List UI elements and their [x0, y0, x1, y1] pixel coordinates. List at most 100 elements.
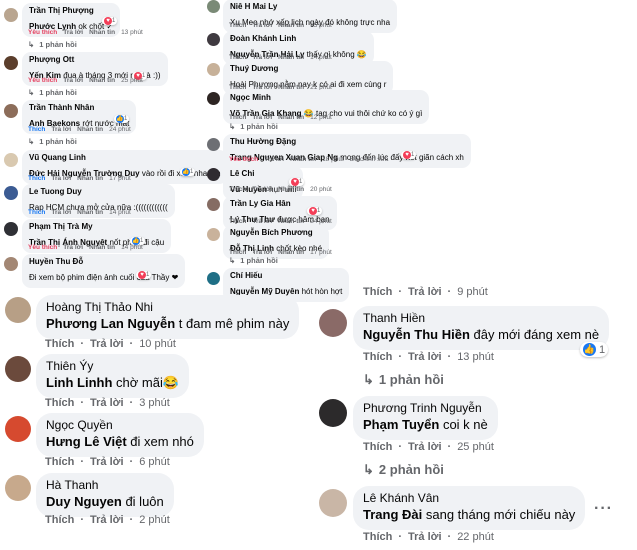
commenter-name[interactable]: Phượng Ott [29, 55, 161, 65]
avatar[interactable] [4, 222, 18, 236]
avatar[interactable] [5, 297, 31, 323]
reaction-count[interactable]: ♥ 1 [102, 17, 118, 25]
view-replies[interactable]: ↳ 2 phản hồi [363, 462, 444, 478]
reply-button[interactable]: Trả lời [408, 351, 442, 363]
like-button[interactable]: Yêu thích [28, 29, 57, 36]
reply-button[interactable]: Trả lời [252, 249, 272, 256]
avatar[interactable] [319, 309, 347, 337]
more-options-icon[interactable]: ··· [594, 500, 613, 518]
like-button[interactable]: Thích [229, 114, 246, 121]
reply-button[interactable]: Trả lời [63, 29, 83, 36]
mention[interactable]: Trang Đài [363, 507, 422, 522]
commenter-name[interactable]: Trần Thành Nhân [29, 103, 129, 113]
view-replies[interactable]: ↳ 1 phản hồi [28, 88, 77, 97]
avatar[interactable] [5, 416, 31, 442]
commenter-name[interactable]: Thuý Dương [230, 64, 386, 74]
commenter-name[interactable]: Thanh Hiền [363, 311, 599, 326]
avatar[interactable] [207, 272, 220, 285]
like-button[interactable]: Thích [45, 397, 74, 409]
message-button[interactable]: Nhắn tin [278, 114, 304, 121]
commenter-name[interactable]: Huyền Thu Đỗ [29, 257, 178, 267]
message-button[interactable]: Nhắn tin [77, 126, 103, 133]
reply-button[interactable]: Trả lời [252, 186, 272, 193]
message-button[interactable]: Nhắn tin [278, 218, 304, 225]
commenter-name[interactable]: Vũ Quang Linh [29, 153, 221, 163]
avatar[interactable] [5, 475, 31, 501]
reaction-count[interactable]: ♥ 1 [401, 151, 417, 159]
avatar[interactable] [207, 138, 220, 151]
avatar[interactable] [319, 399, 347, 427]
like-button[interactable]: Thích [363, 351, 392, 363]
commenter-name[interactable]: Nguyễn Bích Phương [230, 228, 322, 238]
avatar[interactable] [4, 153, 18, 167]
avatar[interactable] [207, 228, 220, 241]
like-button[interactable]: Thích [28, 126, 45, 133]
reply-button[interactable]: Trả lời [63, 244, 83, 251]
message-button[interactable]: Nhắn tin [77, 175, 103, 182]
reply-button[interactable]: Trả lời [90, 514, 124, 526]
like-button[interactable]: Thích [229, 249, 246, 256]
reaction-count[interactable]: ♥ 1 [307, 207, 323, 215]
reaction-count[interactable]: ♥ 1 [289, 178, 305, 186]
reply-button[interactable]: Trả lời [63, 77, 83, 84]
commenter-name[interactable]: Đoàn Khánh Linh [230, 34, 367, 44]
commenter-name[interactable]: Chí Hiếu [230, 271, 342, 281]
view-replies[interactable]: ↳ 1 phản hồi [28, 40, 77, 49]
commenter-name[interactable]: Thiên Ýy [46, 359, 179, 374]
mention[interactable]: Duy Nguyen [46, 494, 122, 509]
like-button[interactable]: Thích [229, 54, 246, 61]
reply-button[interactable]: Trả lời [252, 54, 272, 61]
reply-button[interactable]: Trả lời [252, 218, 272, 225]
commenter-name[interactable]: Trần Thị Phượng [29, 6, 113, 16]
avatar[interactable] [4, 186, 18, 200]
like-button[interactable]: Thích [363, 286, 392, 298]
like-button[interactable]: Yêu thích [28, 77, 57, 84]
reply-button[interactable]: Trả lời [408, 531, 442, 543]
like-button[interactable]: Thích [229, 218, 246, 225]
reply-button[interactable]: Trả lời [408, 441, 442, 453]
view-replies[interactable]: ↳ 1 phản hồi [229, 256, 278, 265]
avatar[interactable] [319, 489, 347, 517]
view-replies[interactable]: ↳ 1 phản hồi [229, 122, 278, 131]
commenter-name[interactable]: Ngọc Minh [230, 93, 422, 103]
reply-button[interactable]: Trả lời [252, 114, 272, 121]
commenter-name[interactable]: Ngọc Quyền [46, 418, 194, 433]
reaction-count[interactable]: 👍 1 [114, 115, 130, 123]
commenter-name[interactable]: Lê Chi [230, 169, 296, 179]
message-button[interactable]: Nhắn tin [89, 77, 115, 84]
like-button[interactable]: Thích [45, 338, 74, 350]
mention[interactable]: Nguyễn Thu Hiền [363, 327, 470, 342]
commenter-name[interactable]: Niê H Mai Ly [230, 2, 390, 12]
mention[interactable]: Hưng Lê Việt [46, 434, 127, 449]
like-button[interactable]: Yêu thích [28, 244, 57, 251]
message-button[interactable]: Nhắn tin [290, 156, 316, 163]
reply-button[interactable]: Trả lời [51, 175, 71, 182]
reply-button[interactable]: Trả lời [90, 456, 124, 468]
commenter-name[interactable]: Phạm Thị Trà My [29, 222, 164, 232]
mention[interactable]: Phương Lan Nguyễn [46, 316, 175, 331]
reply-button[interactable]: Trả lời [51, 126, 71, 133]
message-button[interactable]: Nhắn tin [278, 54, 304, 61]
avatar[interactable] [207, 33, 220, 46]
avatar[interactable] [207, 168, 220, 181]
mention[interactable]: Phạm Tuyển [363, 417, 439, 432]
view-replies[interactable]: ↳ 1 phản hồi [363, 372, 444, 388]
message-button[interactable]: Nhắn tin [278, 186, 304, 193]
like-button[interactable]: Thích [229, 22, 246, 29]
message-button[interactable]: Nhắn tin [89, 29, 115, 36]
avatar[interactable] [207, 198, 220, 211]
reply-button[interactable]: Trả lời [90, 338, 124, 350]
reply-button[interactable]: Trả lời [252, 22, 272, 29]
view-replies[interactable]: ↳ 1 phản hồi [28, 137, 77, 146]
reaction-count[interactable]: ♥ 1 [136, 271, 152, 279]
like-button[interactable]: Thích [363, 531, 392, 543]
commenter-name[interactable]: Phương Trinh Nguyễn [363, 401, 488, 416]
avatar[interactable] [4, 8, 18, 22]
like-button[interactable]: Thích [45, 514, 74, 526]
reply-button[interactable]: Trả lời [264, 156, 284, 163]
like-button[interactable]: Thích [45, 456, 74, 468]
commenter-name[interactable]: Thu Hường Đặng [230, 137, 464, 147]
like-button[interactable]: Thích [229, 186, 246, 193]
like-button[interactable]: Yêu thích [229, 156, 258, 163]
avatar[interactable] [5, 356, 31, 382]
